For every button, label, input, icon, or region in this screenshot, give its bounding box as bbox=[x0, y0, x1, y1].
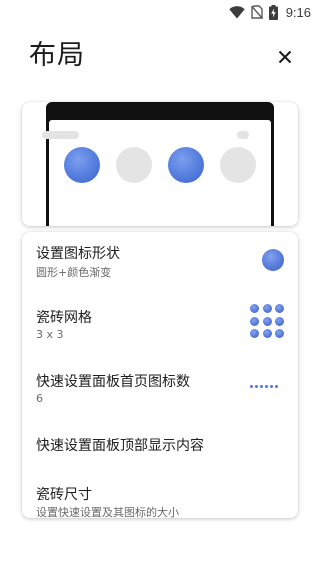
close-icon bbox=[278, 49, 292, 68]
setting-title: 快速设置面板顶部显示内容 bbox=[36, 438, 204, 454]
preview-tile-off bbox=[116, 147, 152, 183]
setting-first-page-icon-count[interactable]: 快速设置面板首页图标数 6 bbox=[22, 360, 298, 422]
setting-title: 设置图标形状 bbox=[36, 246, 120, 262]
setting-title: 快速设置面板首页图标数 bbox=[36, 374, 190, 390]
battery-charging-icon bbox=[268, 4, 278, 20]
setting-tile-grid[interactable]: 瓷砖网格 3 x 3 bbox=[22, 296, 298, 358]
no-sim-icon bbox=[250, 5, 263, 19]
grid-icon bbox=[250, 304, 284, 338]
preview-tile-off bbox=[220, 147, 256, 183]
setting-tile-size[interactable]: 瓷砖尺寸 设置快速设置及其图标的大小 bbox=[22, 476, 298, 518]
setting-title: 瓷砖网格 bbox=[36, 310, 92, 326]
setting-subtitle: 设置快速设置及其图标的大小 bbox=[36, 506, 179, 518]
preview-tile-on bbox=[168, 147, 204, 183]
setting-title: 瓷砖尺寸 bbox=[36, 487, 92, 503]
setting-subtitle: 3 x 3 bbox=[36, 328, 64, 341]
setting-subtitle: 圆形+颜色渐变 bbox=[36, 266, 112, 279]
status-time: 9:16 bbox=[285, 4, 311, 20]
quick-settings-header-placeholder bbox=[42, 131, 79, 139]
dots-icon bbox=[250, 385, 278, 388]
wifi-icon bbox=[228, 5, 245, 19]
setting-subtitle: 6 bbox=[36, 392, 43, 405]
settings-list: 设置图标形状 圆形+颜色渐变 瓷砖网格 3 x 3 快速设置面板首页图标数 6 … bbox=[22, 232, 298, 518]
setting-icon-shape[interactable]: 设置图标形状 圆形+颜色渐变 bbox=[22, 232, 298, 294]
page-title: 布局 bbox=[29, 40, 85, 71]
quick-settings-header-placeholder-small bbox=[237, 131, 249, 139]
circle-shape-icon bbox=[262, 249, 284, 271]
close-button[interactable] bbox=[272, 45, 298, 71]
preview-tile-on bbox=[64, 147, 100, 183]
status-bar: 9:16 bbox=[0, 0, 320, 24]
